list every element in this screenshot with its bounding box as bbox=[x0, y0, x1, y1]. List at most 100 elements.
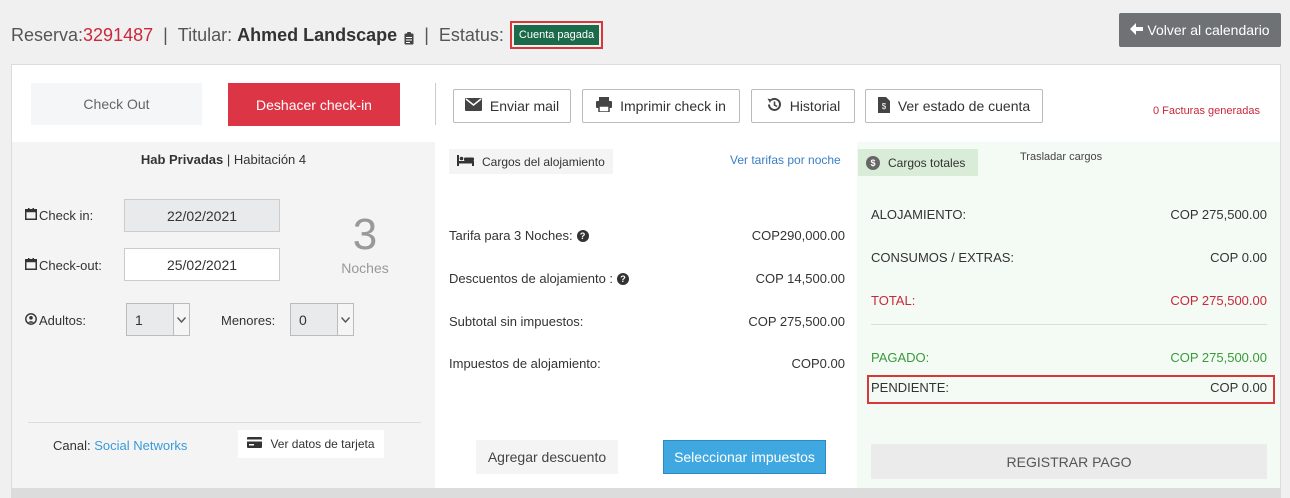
transfer-charges-link[interactable]: Trasladar cargos bbox=[1020, 151, 1102, 163]
totals-row-label: PENDIENTE: bbox=[871, 380, 950, 395]
channel-link[interactable]: Social Networks bbox=[94, 438, 187, 453]
action-separator bbox=[435, 83, 436, 125]
envelope-icon bbox=[464, 98, 482, 114]
lodging-row: Tarifa para 3 Noches:? COP290,000.00 bbox=[449, 228, 845, 243]
card-data-label: Ver datos de tarjeta bbox=[270, 437, 375, 451]
account-status-label: Ver estado de cuenta bbox=[897, 98, 1031, 114]
account-status-button[interactable]: $ Ver estado de cuenta bbox=[865, 89, 1043, 123]
history-button[interactable]: Historial bbox=[751, 89, 855, 123]
svg-text:$: $ bbox=[882, 102, 887, 111]
status-highlight: Cuenta pagada bbox=[509, 21, 604, 49]
dollar-icon: $ bbox=[866, 155, 880, 170]
reservation-summary: Reserva: 3291487 | Titular: Ahmed Landsc… bbox=[11, 21, 604, 49]
status-badge: Cuenta pagada bbox=[513, 25, 600, 45]
room-title-divider: | bbox=[226, 152, 231, 167]
invoices-count[interactable]: 0 Facturas generadas bbox=[1153, 105, 1260, 117]
history-label: Historial bbox=[789, 98, 841, 114]
nights-count: 3 bbox=[352, 210, 378, 259]
checkout-label: Check-out: bbox=[25, 258, 102, 273]
credit-card-icon bbox=[247, 437, 263, 451]
reservation-number: 3291487 bbox=[83, 24, 154, 45]
totals-row-total: TOTAL: COP 275,500.00 bbox=[871, 293, 1267, 308]
send-mail-label: Enviar mail bbox=[489, 98, 560, 114]
back-to-calendar-button[interactable]: Volver al calendario bbox=[1119, 13, 1281, 47]
adults-label: Adultos: bbox=[25, 313, 86, 328]
totals-row: CONSUMOS / EXTRAS: COP 0.00 bbox=[871, 250, 1267, 265]
room-title: Hab Privadas | Habitación 4 bbox=[12, 152, 435, 167]
minors-label: Menores: bbox=[221, 313, 276, 328]
question-icon[interactable]: ? bbox=[576, 229, 589, 242]
totals-row-label: CONSUMOS / EXTRAS: bbox=[871, 250, 1015, 265]
printer-icon bbox=[596, 97, 613, 115]
channel-info: Canal: Social Networks bbox=[53, 438, 187, 453]
select-taxes-button[interactable]: Seleccionar impuestos bbox=[663, 440, 826, 474]
card-footer-strip bbox=[11, 488, 1281, 498]
lodging-row-label: Tarifa para 3 Noches: bbox=[449, 228, 573, 243]
lodging-row-label: Impuestos de alojamiento: bbox=[449, 356, 601, 371]
lodging-row: Impuestos de alojamiento: COP0.00 bbox=[449, 356, 845, 371]
adults-value: 1 bbox=[135, 311, 143, 328]
checkin-date-field[interactable]: 22/02/2021 bbox=[124, 199, 280, 232]
totals-row-label: ALOJAMIENTO: bbox=[871, 207, 967, 222]
totals-divider bbox=[871, 324, 1267, 325]
totals-row-value: COP 275,500.00 bbox=[1170, 350, 1267, 365]
minors-select[interactable]: 0 bbox=[290, 303, 354, 336]
lodging-row-value: COP 14,500.00 bbox=[755, 271, 845, 286]
register-payment-button[interactable]: REGISTRAR PAGO bbox=[871, 444, 1267, 479]
reservation-card: Check Out Deshacer check-in Enviar mail … bbox=[11, 64, 1281, 489]
user-circle-icon bbox=[25, 313, 37, 328]
adults-select[interactable]: 1 bbox=[126, 303, 190, 336]
history-icon bbox=[766, 97, 782, 115]
totals-row-paid: PAGADO: COP 275,500.00 bbox=[871, 350, 1267, 365]
header-separator: | bbox=[163, 24, 168, 45]
reservation-header: Reserva: 3291487 | Titular: Ahmed Landsc… bbox=[0, 0, 1290, 64]
lodging-row-label: Descuentos de alojamiento : bbox=[449, 271, 614, 286]
calendar-icon bbox=[25, 208, 37, 223]
chevron-down-icon bbox=[173, 304, 189, 335]
totals-row: ALOJAMIENTO: COP 275,500.00 bbox=[871, 207, 1267, 222]
channel-label: Canal: bbox=[53, 438, 91, 453]
lodging-tab-label: Cargos del alojamiento bbox=[482, 154, 605, 169]
room-type: Hab Privadas bbox=[140, 152, 224, 167]
send-mail-button[interactable]: Enviar mail bbox=[453, 89, 571, 123]
minors-value: 0 bbox=[299, 311, 307, 328]
lodging-row-value: COP290,000.00 bbox=[751, 228, 845, 243]
totals-row-label: PAGADO: bbox=[871, 350, 930, 365]
left-divider bbox=[28, 422, 421, 423]
totals-row-value: COP 275,500.00 bbox=[1170, 207, 1267, 222]
totals-row-value: COP 275,500.00 bbox=[1170, 293, 1267, 308]
arrow-left-icon bbox=[1130, 22, 1144, 38]
total-charges-panel bbox=[857, 142, 1280, 489]
checkout-date-field[interactable]: 25/02/2021 bbox=[124, 248, 280, 281]
calendar-icon bbox=[25, 258, 37, 273]
print-checkin-button[interactable]: Imprimir check in bbox=[582, 89, 740, 123]
clipboard-icon[interactable] bbox=[404, 29, 414, 44]
checkin-label: Check in: bbox=[25, 208, 93, 223]
card-data-button[interactable]: Ver datos de tarjeta bbox=[238, 430, 384, 458]
lodging-row: Subtotal sin impuestos: COP 275,500.00 bbox=[449, 314, 845, 329]
lodging-charges-tab[interactable]: Cargos del alojamiento bbox=[449, 149, 613, 174]
totals-row-pending: PENDIENTE: COP 0.00 bbox=[871, 380, 1267, 395]
totals-row-value: COP 0.00 bbox=[1210, 380, 1267, 395]
lodging-row-label: Subtotal sin impuestos: bbox=[449, 314, 584, 329]
print-checkin-label: Imprimir check in bbox=[620, 98, 726, 114]
room-name: Habitación 4 bbox=[233, 152, 307, 167]
add-discount-button[interactable]: Agregar descuento bbox=[476, 440, 618, 474]
reserva-label: Reserva: bbox=[11, 24, 84, 45]
lodging-row-value: COP 275,500.00 bbox=[748, 314, 845, 329]
chevron-down-icon bbox=[337, 304, 353, 335]
total-charges-tab[interactable]: $ Cargos totales bbox=[858, 149, 978, 176]
nightly-rates-link[interactable]: Ver tarifas por noche bbox=[730, 153, 841, 167]
lodging-row: Descuentos de alojamiento :? COP 14,500.… bbox=[449, 271, 845, 286]
undo-checkin-button[interactable]: Deshacer check-in bbox=[228, 83, 400, 126]
question-icon[interactable]: ? bbox=[617, 272, 630, 285]
titular-label: Titular: bbox=[177, 24, 233, 45]
room-details-panel: Hab Privadas | Habitación 4 Check in: 22… bbox=[12, 142, 435, 489]
nights-label: Noches bbox=[341, 260, 389, 276]
lodging-row-value: COP0.00 bbox=[791, 356, 845, 371]
invoice-icon: $ bbox=[877, 96, 890, 116]
totals-row-value: COP 0.00 bbox=[1210, 250, 1267, 265]
totals-row-label: TOTAL: bbox=[871, 293, 916, 308]
check-out-button[interactable]: Check Out bbox=[31, 83, 202, 125]
back-button-label: Volver al calendario bbox=[1147, 22, 1270, 38]
